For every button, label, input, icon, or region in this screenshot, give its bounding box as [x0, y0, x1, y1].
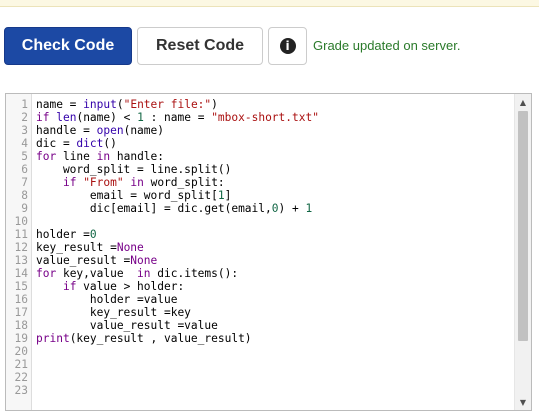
- triangle-down-icon[interactable]: ▼: [515, 394, 531, 410]
- editor-scrollbar[interactable]: ▲ ▼: [514, 94, 531, 410]
- code-line[interactable]: 21: [6, 358, 531, 371]
- code-text[interactable]: holder =value: [36, 293, 178, 306]
- line-number: 1: [21, 98, 28, 111]
- code-text[interactable]: if len(name) < 1 : name = "mbox-short.tx…: [36, 111, 319, 124]
- info-button[interactable]: i: [268, 27, 307, 65]
- code-editor[interactable]: 1 name = input("Enter file:") 2 if len(name…: [5, 93, 532, 411]
- code-line[interactable]: 15 if value > holder:: [6, 280, 531, 293]
- line-number: 19: [14, 332, 28, 345]
- code-text[interactable]: name = input("Enter file:"): [36, 98, 218, 111]
- line-number: 22: [14, 371, 28, 384]
- line-number: 10: [14, 215, 28, 228]
- code-line[interactable]: 11 holder =0: [6, 228, 531, 241]
- code-line[interactable]: 12 key_result =None: [6, 241, 531, 254]
- code-line[interactable]: 8 email = word_split[1]: [6, 189, 531, 202]
- code-line[interactable]: 5 for line in handle:: [6, 150, 531, 163]
- line-number: 5: [21, 150, 28, 163]
- line-number: 17: [14, 306, 28, 319]
- line-number: 6: [21, 163, 28, 176]
- code-text[interactable]: print(key_result , value_result): [36, 332, 252, 345]
- code-line[interactable]: 20: [6, 345, 531, 358]
- code-text[interactable]: if value > holder:: [36, 280, 184, 293]
- code-text[interactable]: dic[email] = dic.get(email,0) + 1: [36, 202, 312, 215]
- code-line[interactable]: 7 if "From" in word_split:: [6, 176, 531, 189]
- code-line[interactable]: 13 value_result =None: [6, 254, 531, 267]
- code-lines[interactable]: 1 name = input("Enter file:") 2 if len(name…: [6, 98, 531, 397]
- code-line[interactable]: 14 for key,value in dic.items():: [6, 267, 531, 280]
- line-number: 11: [14, 228, 28, 241]
- top-status-strip: [0, 0, 539, 7]
- code-line[interactable]: 4 dic = dict(): [6, 137, 531, 150]
- code-text[interactable]: dic = dict(): [36, 137, 117, 150]
- line-number: 9: [21, 202, 28, 215]
- line-number: 21: [14, 358, 28, 371]
- grade-status-text: Grade updated on server.: [313, 38, 461, 53]
- line-number: 20: [14, 345, 28, 358]
- code-line[interactable]: 9 dic[email] = dic.get(email,0) + 1: [6, 202, 531, 215]
- code-text[interactable]: value_result =None: [36, 254, 157, 267]
- code-line[interactable]: 3 handle = open(name): [6, 124, 531, 137]
- code-text[interactable]: key_result =key: [36, 306, 191, 319]
- code-line[interactable]: 10: [6, 215, 531, 228]
- code-line[interactable]: 22: [6, 371, 531, 384]
- check-code-button[interactable]: Check Code: [4, 27, 132, 65]
- info-circle-icon: i: [279, 38, 296, 54]
- line-number: 14: [14, 267, 28, 280]
- code-line[interactable]: 6 word_split = line.split(): [6, 163, 531, 176]
- line-number: 3: [21, 124, 28, 137]
- code-line[interactable]: 23: [6, 384, 531, 397]
- code-text[interactable]: value_result =value: [36, 319, 218, 332]
- code-line[interactable]: 16 holder =value: [6, 293, 531, 306]
- triangle-up-icon[interactable]: ▲: [515, 94, 531, 110]
- code-line[interactable]: 17 key_result =key: [6, 306, 531, 319]
- code-text[interactable]: key_result =None: [36, 241, 144, 254]
- code-text[interactable]: handle = open(name): [36, 124, 164, 137]
- line-number: 23: [14, 384, 28, 397]
- line-number: 15: [14, 280, 28, 293]
- line-number: 7: [21, 176, 28, 189]
- code-text[interactable]: for line in handle:: [36, 150, 164, 163]
- line-number: 12: [14, 241, 28, 254]
- line-number: 2: [21, 111, 28, 124]
- code-text[interactable]: word_split = line.split(): [36, 163, 231, 176]
- code-text[interactable]: for key,value in dic.items():: [36, 267, 238, 280]
- code-line[interactable]: 2 if len(name) < 1 : name = "mbox-short.t…: [6, 111, 531, 124]
- line-number: 18: [14, 319, 28, 332]
- code-text[interactable]: holder =0: [36, 228, 97, 241]
- reset-code-button[interactable]: Reset Code: [137, 27, 263, 65]
- code-line[interactable]: 19 print(key_result , value_result): [6, 332, 531, 345]
- line-number: 16: [14, 293, 28, 306]
- code-text[interactable]: if "From" in word_split:: [36, 176, 225, 189]
- scrollbar-thumb[interactable]: [518, 111, 528, 341]
- line-number: 8: [21, 189, 28, 202]
- line-number: 4: [21, 137, 28, 150]
- code-line[interactable]: 18 value_result =value: [6, 319, 531, 332]
- code-text[interactable]: email = word_split[1]: [36, 189, 231, 202]
- line-number: 13: [14, 254, 28, 267]
- code-line[interactable]: 1 name = input("Enter file:"): [6, 98, 531, 111]
